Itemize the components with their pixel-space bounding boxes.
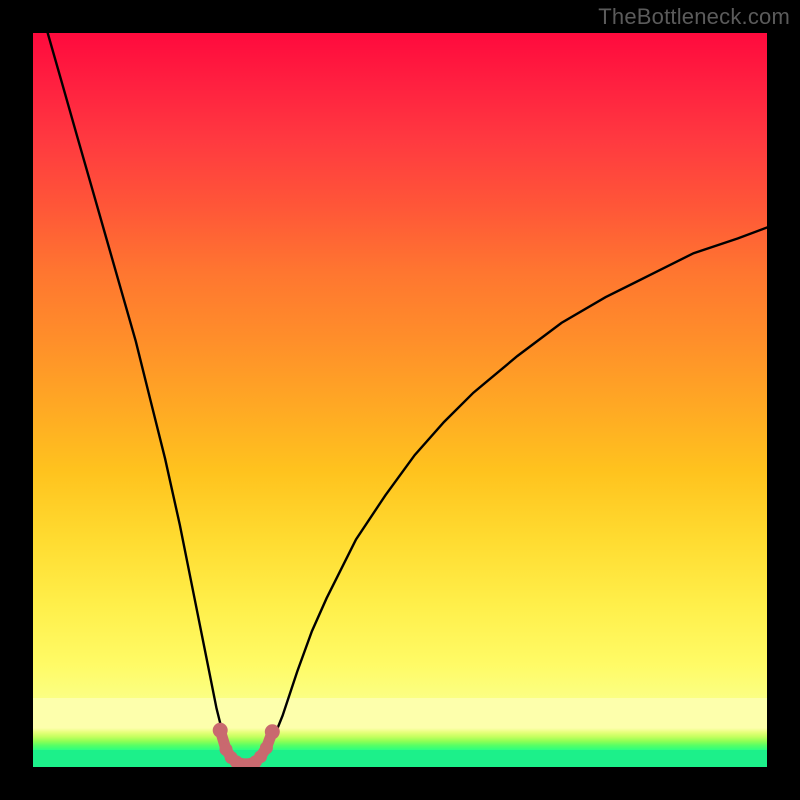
- marker-dot: [265, 724, 280, 739]
- watermark-text: TheBottleneck.com: [598, 4, 790, 30]
- marker-dot: [260, 741, 273, 754]
- chart-frame: TheBottleneck.com: [0, 0, 800, 800]
- highlight-markers: [213, 723, 280, 767]
- markers-svg: [33, 33, 767, 767]
- marker-dot: [213, 723, 228, 738]
- plot-area: [33, 33, 767, 767]
